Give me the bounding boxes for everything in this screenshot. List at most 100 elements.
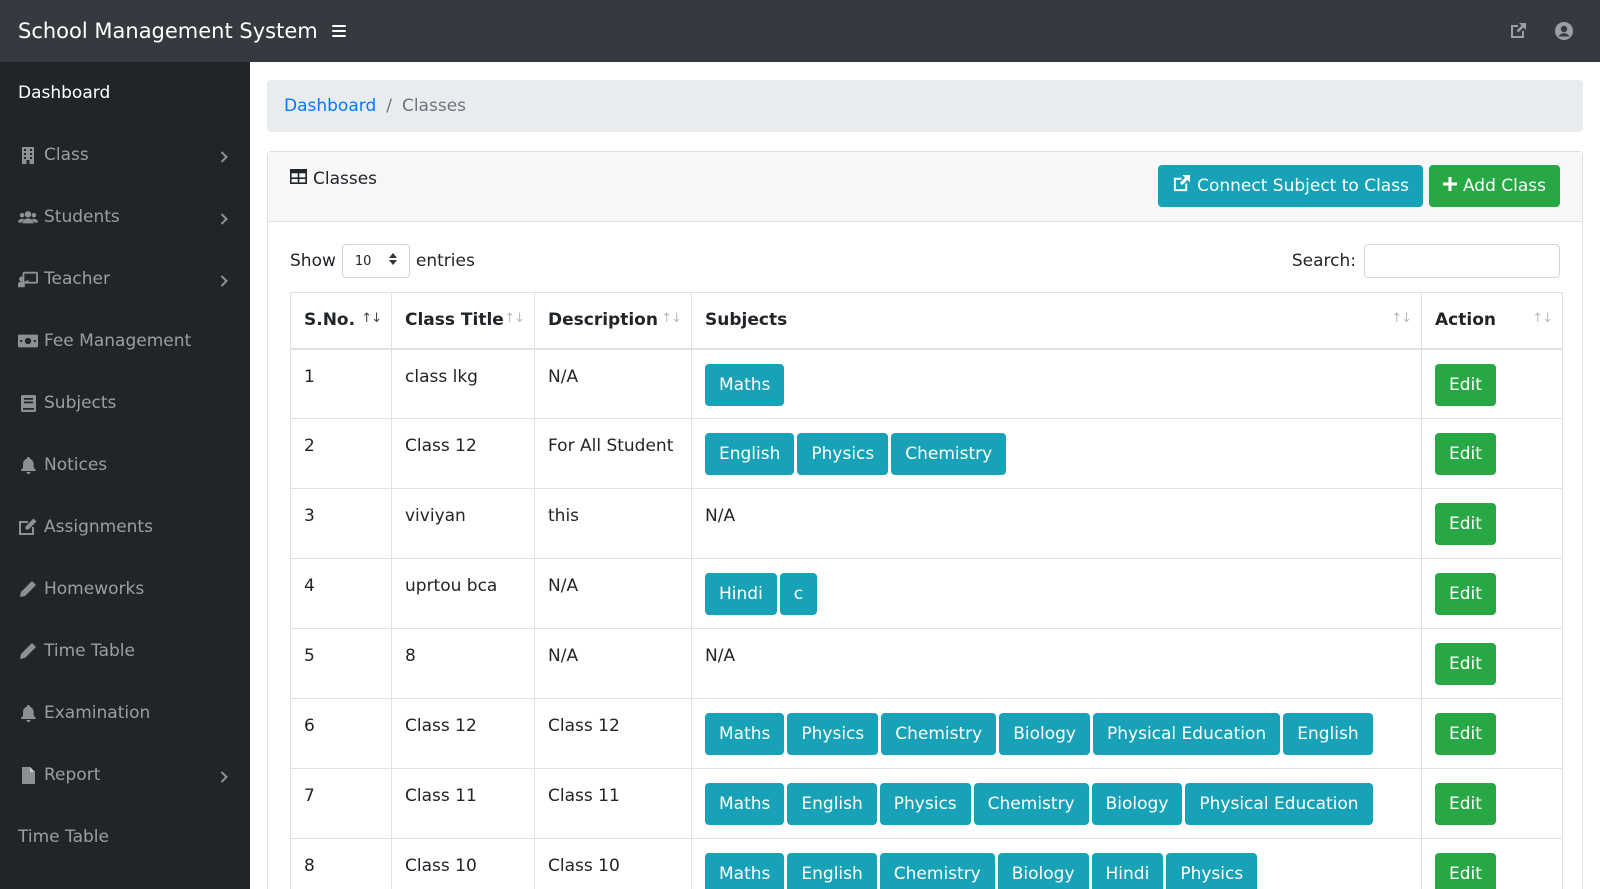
sidebar-item-teacher[interactable]: Teacher (0, 248, 250, 310)
sidebar-item-students[interactable]: Students (0, 186, 250, 248)
search-input[interactable] (1364, 244, 1560, 278)
pencil-icon (18, 642, 38, 660)
classes-table: S.No. ↑↓ Class Title ↑↓ Description ↑↓ Subj… (290, 292, 1563, 889)
menu-toggle-icon[interactable] (331, 25, 346, 37)
column-header-description[interactable]: Description ↑↓ (534, 292, 692, 350)
cell-action: Edit (1421, 768, 1563, 839)
table-row: 2 Class 12 For All Student English Physics Ch… (290, 418, 1563, 489)
subject-badge: Physics (879, 783, 971, 825)
sidebar-item-time-table-2[interactable]: Time Table (0, 806, 250, 868)
sidebar-item-label: Dashboard (18, 83, 111, 103)
users-icon (18, 209, 38, 225)
cell-sno: 6 (290, 698, 392, 769)
cell-subjects: Maths Physics Chemistry Biology Physical Edu… (691, 698, 1422, 769)
cell-description: N/A (534, 558, 692, 629)
subject-badge: English (787, 783, 877, 825)
sidebar-item-label: Homeworks (44, 579, 145, 599)
sidebar-item-time-table[interactable]: Time Table (0, 620, 250, 682)
sidebar-item-fee-management[interactable]: Fee Management (0, 310, 250, 372)
sidebar-item-class[interactable]: Class (0, 124, 250, 186)
card-title-text: Classes (313, 169, 378, 189)
subject-badge: Physics (1166, 853, 1258, 889)
add-class-button[interactable]: Add Class (1428, 165, 1560, 207)
cell-action: Edit (1421, 418, 1563, 489)
sort-icon: ↑↓ (1532, 311, 1553, 326)
subject-badge: Chemistry (879, 853, 995, 889)
breadcrumb-home-link[interactable]: Dashboard (284, 96, 376, 116)
subject-badge: Chemistry (891, 433, 1007, 475)
sidebar-item-label: Time Table (18, 827, 109, 847)
subject-badge: English (1283, 713, 1373, 755)
select-arrows-icon (388, 253, 397, 269)
app-title[interactable]: School Management System (0, 19, 318, 43)
sidebar-item-label: Examination (44, 703, 151, 723)
table-row: 6 Class 12 Class 12 Maths Physics Chemistry Bi… (290, 698, 1563, 769)
column-header-action[interactable]: Action ↑↓ (1421, 292, 1563, 350)
external-link-icon[interactable] (1508, 21, 1528, 41)
edit-button[interactable]: Edit (1435, 503, 1496, 545)
cell-description: Class 10 (534, 838, 692, 889)
subject-badge: Biology (997, 853, 1089, 889)
sidebar-item-label: Assignments (44, 517, 153, 537)
column-header-class-title[interactable]: Class Title ↑↓ (391, 292, 535, 350)
edit-button[interactable]: Edit (1435, 783, 1496, 825)
entries-label: entries (415, 251, 475, 271)
card-title: Classes (290, 169, 377, 189)
subject-badge: Physical Education (1185, 783, 1373, 825)
sidebar-item-notices[interactable]: Notices (0, 434, 250, 496)
table-row: 4 uprtou bca N/A Hindi c Edit (290, 558, 1563, 629)
entries-select[interactable]: 10 (341, 244, 410, 278)
sidebar-item-label: Students (44, 207, 120, 227)
card-header: Classes Connect Subject to Class Add Cla… (268, 152, 1582, 222)
column-header-sno[interactable]: S.No. ↑↓ (290, 292, 392, 350)
chevron-right-icon (220, 148, 228, 168)
search-label: Search: (1291, 251, 1356, 271)
subject-badge: Chemistry (973, 783, 1089, 825)
plus-icon (1442, 176, 1457, 196)
cell-subjects: English Physics Chemistry (691, 418, 1422, 489)
cell-action: Edit (1421, 628, 1563, 699)
cell-subjects: N/A (691, 628, 1422, 699)
sidebar-item-assignments[interactable]: Assignments (0, 496, 250, 558)
edit-button[interactable]: Edit (1435, 433, 1496, 475)
user-circle-icon[interactable] (1554, 21, 1574, 41)
sidebar-item-subjects[interactable]: Subjects (0, 372, 250, 434)
sidebar-item-label: Teacher (44, 269, 110, 289)
chevron-right-icon (220, 768, 228, 788)
cell-description: N/A (534, 628, 692, 699)
sidebar: Dashboard Class Students Teacher Fee Man… (0, 62, 250, 889)
sidebar-item-label: Subjects (44, 393, 117, 413)
cell-sno: 4 (290, 558, 392, 629)
cell-class-title: viviyan (391, 488, 535, 559)
subject-badge: English (787, 853, 877, 889)
sidebar-item-label: Fee Management (44, 331, 192, 351)
sidebar-item-report[interactable]: Report (0, 744, 250, 806)
edit-button[interactable]: Edit (1435, 573, 1496, 615)
sidebar-item-dashboard[interactable]: Dashboard (0, 62, 250, 124)
sidebar-item-homeworks[interactable]: Homeworks (0, 558, 250, 620)
breadcrumb-separator: / (386, 96, 392, 116)
cell-class-title: uprtou bca (391, 558, 535, 629)
cell-description: For All Student (534, 418, 692, 489)
cell-sno: 5 (290, 628, 392, 699)
edit-button[interactable]: Edit (1435, 643, 1496, 685)
cell-description: this (534, 488, 692, 559)
connect-subject-button[interactable]: Connect Subject to Class (1158, 165, 1423, 207)
table-row: 5 8 N/A N/A Edit (290, 628, 1563, 699)
subject-badge: Chemistry (881, 713, 997, 755)
edit-button[interactable]: Edit (1435, 363, 1496, 406)
subject-badge: c (779, 573, 818, 615)
cell-action: Edit (1421, 838, 1563, 889)
edit-button[interactable]: Edit (1435, 713, 1496, 755)
breadcrumb-current: Classes (401, 96, 467, 116)
pencil-icon (18, 580, 38, 598)
subject-badge: Physics (797, 433, 889, 475)
subject-badge: Hindi (1091, 853, 1164, 889)
sidebar-item-examination[interactable]: Examination (0, 682, 250, 744)
column-header-subjects[interactable]: Subjects ↑↓ (691, 292, 1422, 350)
sort-icon: ↑↓ (1391, 311, 1412, 326)
edit-button[interactable]: Edit (1435, 853, 1496, 889)
bell-icon (18, 456, 38, 474)
cell-sno: 8 (290, 838, 392, 889)
table-row: 7 Class 11 Class 11 Maths English Physics Chem… (290, 768, 1563, 839)
